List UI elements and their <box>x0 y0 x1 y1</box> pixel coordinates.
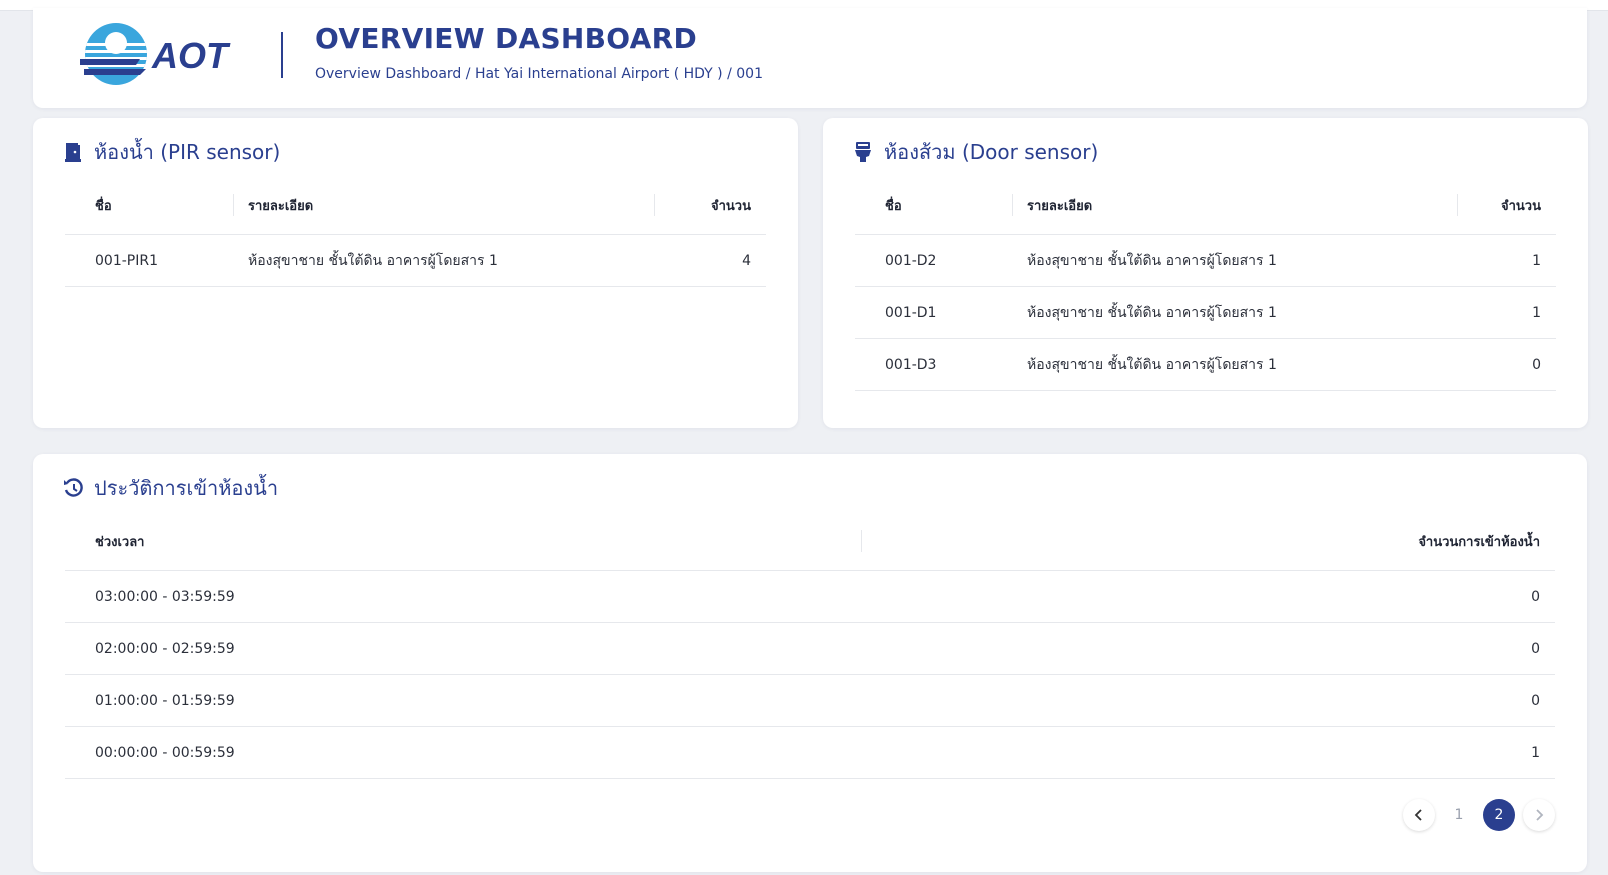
history-card-title: ประวัติการเข้าห้องน้ำ <box>63 472 278 504</box>
header-divider <box>281 32 283 78</box>
column-header-qty[interactable]: จำนวน <box>1457 176 1556 235</box>
cell-detail: ห้องสุขาชาย ชั้นใต้ดิน อาคารผู้โดยสาร 1 <box>233 234 654 287</box>
column-header-name[interactable]: ชื่อ <box>855 176 1012 235</box>
cell-count: 0 <box>861 570 1555 623</box>
header-card: AOT OVERVIEW DASHBOARD Overview Dashboar… <box>33 8 1587 108</box>
column-header-detail[interactable]: รายละเอียด <box>1012 176 1457 235</box>
table-row[interactable]: 02:00:00 - 02:59:59 0 <box>65 622 1555 675</box>
chevron-left-icon <box>1414 809 1422 821</box>
cell-detail: ห้องสุขาชาย ชั้นใต้ดิน อาคารผู้โดยสาร 1 <box>1012 338 1457 391</box>
cell-qty: 1 <box>1457 286 1556 339</box>
table-row[interactable]: 001-PIR1 ห้องสุขาชาย ชั้นใต้ดิน อาคารผู้… <box>65 234 766 287</box>
breadcrumb-code: 001 <box>736 66 763 82</box>
door-title-text: ห้องส้วม (Door sensor) <box>884 140 1099 164</box>
pir-title-text: ห้องน้ำ (PIR sensor) <box>94 140 281 164</box>
pir-card-title: ห้องน้ำ (PIR sensor) <box>63 136 280 168</box>
cell-count: 0 <box>861 622 1555 675</box>
cell-count: 0 <box>861 674 1555 727</box>
cell-time: 02:00:00 - 02:59:59 <box>65 622 861 675</box>
cell-time: 01:00:00 - 01:59:59 <box>65 674 861 727</box>
cell-name: 001-D1 <box>855 286 1012 339</box>
cell-time: 03:00:00 - 03:59:59 <box>65 570 861 623</box>
table-row[interactable]: 001-D3 ห้องสุขาชาย ชั้นใต้ดิน อาคารผู้โด… <box>855 338 1556 391</box>
breadcrumb-overview[interactable]: Overview Dashboard <box>315 66 461 82</box>
pagination-page-2[interactable]: 2 <box>1483 799 1515 831</box>
cell-qty: 1 <box>1457 234 1556 287</box>
door-card-title: ห้องส้วม (Door sensor) <box>853 136 1098 168</box>
aot-logo: AOT <box>80 23 231 85</box>
table-row[interactable]: 001-D1 ห้องสุขาชาย ชั้นใต้ดิน อาคารผู้โด… <box>855 286 1556 339</box>
toilet-icon <box>853 141 873 163</box>
table-row[interactable]: 00:00:00 - 00:59:59 1 <box>65 726 1555 779</box>
breadcrumb-separator: / <box>461 66 475 82</box>
page-title: OVERVIEW DASHBOARD <box>315 22 698 55</box>
chevron-right-icon <box>1536 809 1544 821</box>
pagination: 1 2 <box>1403 799 1555 831</box>
table-row[interactable]: 01:00:00 - 01:59:59 0 <box>65 674 1555 727</box>
pir-table: ชื่อ รายละเอียด จำนวน 001-PIR1 ห้องสุขาช… <box>65 176 766 287</box>
cell-detail: ห้องสุขาชาย ชั้นใต้ดิน อาคารผู้โดยสาร 1 <box>1012 234 1457 287</box>
pagination-page-1[interactable]: 1 <box>1443 799 1475 831</box>
column-header-qty[interactable]: จำนวน <box>654 176 766 235</box>
history-title-text: ประวัติการเข้าห้องน้ำ <box>94 476 279 500</box>
cell-name: 001-D3 <box>855 338 1012 391</box>
door-table: ชื่อ รายละเอียด จำนวน 001-D2 ห้องสุขาชาย… <box>855 176 1556 391</box>
column-header-name[interactable]: ชื่อ <box>65 176 233 235</box>
cell-time: 00:00:00 - 00:59:59 <box>65 726 861 779</box>
cell-name: 001-PIR1 <box>65 234 233 287</box>
breadcrumb-separator: / <box>722 66 737 82</box>
cell-qty: 4 <box>654 234 766 287</box>
door-icon <box>63 141 83 163</box>
pagination-next-button[interactable] <box>1523 799 1555 831</box>
column-header-count[interactable]: จำนวนการเข้าห้องน้ำ <box>861 512 1555 571</box>
column-header-detail[interactable]: รายละเอียด <box>233 176 654 235</box>
history-icon <box>63 477 83 499</box>
cell-detail: ห้องสุขาชาย ชั้นใต้ดิน อาคารผู้โดยสาร 1 <box>1012 286 1457 339</box>
pir-sensor-card: ห้องน้ำ (PIR sensor) ชื่อ รายละเอียด จำน… <box>33 118 798 428</box>
breadcrumb-airport[interactable]: Hat Yai International Airport ( HDY ) <box>475 66 723 82</box>
history-card: ประวัติการเข้าห้องน้ำ ช่วงเวลา จำนวนการเ… <box>33 454 1587 872</box>
cell-count: 1 <box>861 726 1555 779</box>
door-sensor-card: ห้องส้วม (Door sensor) ชื่อ รายละเอียด จ… <box>823 118 1588 428</box>
table-row[interactable]: 001-D2 ห้องสุขาชาย ชั้นใต้ดิน อาคารผู้โด… <box>855 234 1556 287</box>
pagination-prev-button[interactable] <box>1403 799 1435 831</box>
logo-text: AOT <box>151 35 231 76</box>
breadcrumb: Overview Dashboard / Hat Yai Internation… <box>315 66 763 82</box>
cell-qty: 0 <box>1457 338 1556 391</box>
table-row[interactable]: 03:00:00 - 03:59:59 0 <box>65 570 1555 623</box>
history-table: ช่วงเวลา จำนวนการเข้าห้องน้ำ 03:00:00 - … <box>65 512 1555 779</box>
column-header-time[interactable]: ช่วงเวลา <box>65 512 861 571</box>
cell-name: 001-D2 <box>855 234 1012 287</box>
